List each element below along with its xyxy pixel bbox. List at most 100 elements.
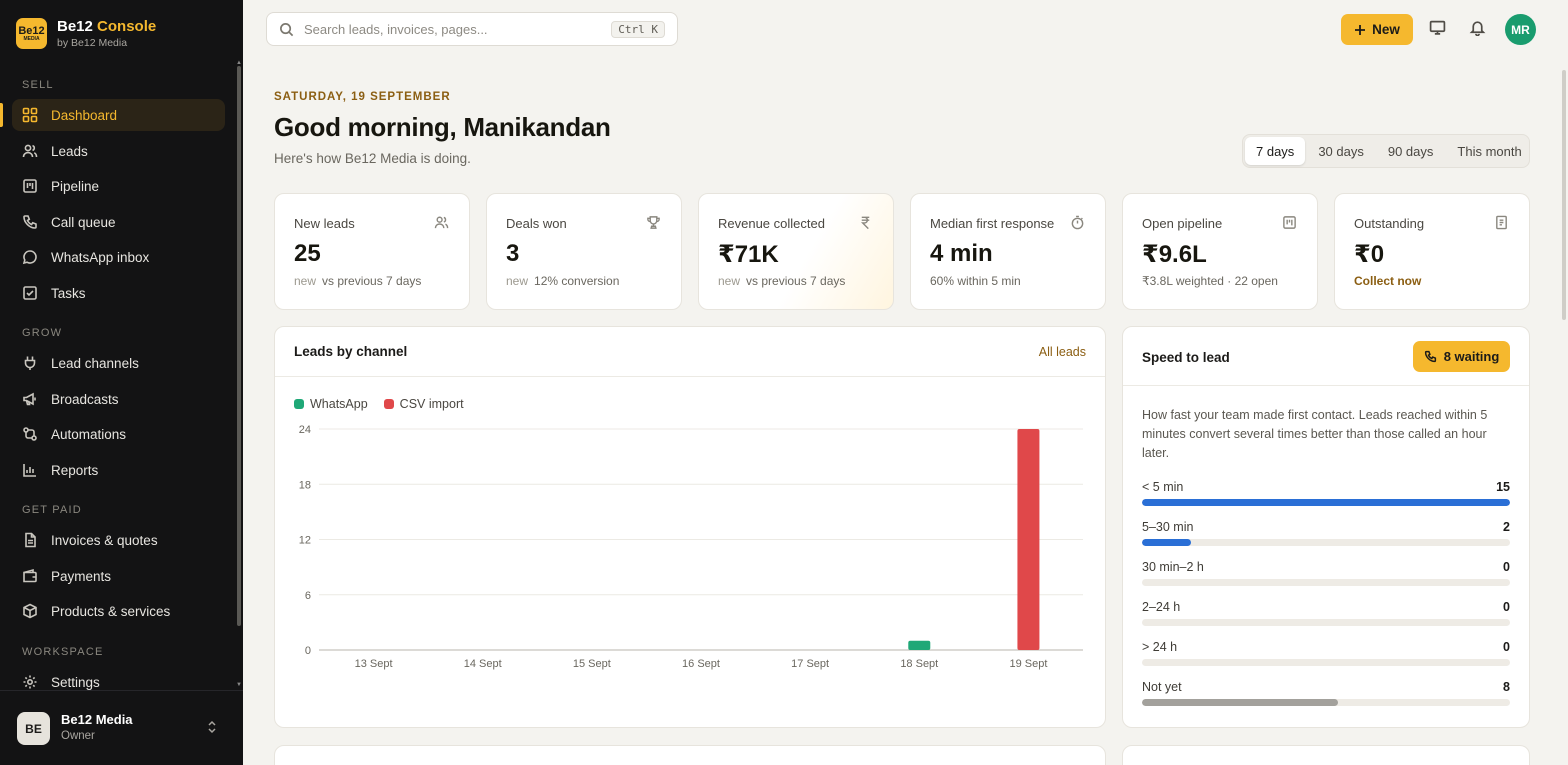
sidebar-item-lead-channels[interactable]: Lead channels <box>12 347 225 379</box>
trophy-icon <box>646 215 662 231</box>
legend-item-csv-import[interactable]: CSV import <box>383 397 464 411</box>
sidebar-item-call-queue[interactable]: Call queue <box>12 206 225 238</box>
sidebar-item-label: Settings <box>51 674 100 690</box>
y-tick-label: 0 <box>305 645 311 657</box>
chevron-up-down-icon[interactable] <box>207 720 217 737</box>
kpi-title: Outstanding <box>1354 216 1425 231</box>
divider <box>275 376 1105 377</box>
kpi-revenue-collected[interactable]: Revenue collected ₹71K new vs previous 7 … <box>698 193 894 310</box>
sidebar-item-whatsapp-inbox[interactable]: WhatsApp inbox <box>12 241 225 273</box>
speed-to-lead-panel: Speed to lead 8 waiting How fast your te… <box>1122 326 1530 728</box>
kpi-new-leads[interactable]: New leads 25 new vs previous 7 days <box>274 193 470 310</box>
divider <box>1123 385 1529 386</box>
kpi-value: 3 <box>506 240 520 267</box>
users-icon <box>22 144 38 158</box>
section-label-sell: SELL <box>22 79 54 91</box>
brand[interactable]: Be12 MEDIA Be12 Console by Be12 Media <box>16 18 156 49</box>
date-range-selector: 7 days 30 days 90 days This month <box>1242 134 1530 168</box>
y-tick-label: 24 <box>299 424 311 436</box>
range-7-days[interactable]: 7 days <box>1245 137 1306 165</box>
sidebar-item-pipeline[interactable]: Pipeline <box>12 170 225 202</box>
collect-now-link[interactable]: Collect now <box>1354 274 1421 288</box>
document-icon <box>25 532 36 548</box>
brand-logo: Be12 MEDIA <box>16 18 47 49</box>
panel-title: Speed to lead <box>1142 350 1230 365</box>
speed-row-count: 0 <box>1503 640 1510 654</box>
sidebar-item-invoices-quotes[interactable]: Invoices & quotes <box>12 524 225 556</box>
speed-row-label: 5–30 min <box>1142 520 1194 534</box>
speed-row: Not yet 8 <box>1142 680 1510 706</box>
main-scrollbar[interactable] <box>1562 70 1566 320</box>
y-tick-label: 6 <box>305 590 311 602</box>
legend-item-whatsapp[interactable]: WhatsApp <box>294 397 368 411</box>
speed-row-count: 0 <box>1503 600 1510 614</box>
sidebar-item-broadcasts[interactable]: Broadcasts <box>12 383 225 415</box>
active-indicator <box>0 103 3 127</box>
search-bar[interactable]: Ctrl K <box>266 12 678 46</box>
x-tick-label: 16 Sept <box>682 658 720 670</box>
all-leads-link[interactable]: All leads <box>1039 345 1086 359</box>
new-button[interactable]: New <box>1341 14 1413 45</box>
sidebar-item-tasks[interactable]: Tasks <box>12 277 225 309</box>
workspace-switcher[interactable]: BE Be12 Media Owner <box>0 690 243 765</box>
user-avatar[interactable]: MR <box>1505 14 1536 45</box>
sidebar-item-reports[interactable]: Reports <box>12 454 225 486</box>
sidebar-item-dashboard[interactable]: Dashboard <box>12 99 225 131</box>
waiting-button[interactable]: 8 waiting <box>1413 341 1510 372</box>
sidebar-item-label: Dashboard <box>51 107 118 123</box>
kpi-open-pipeline[interactable]: Open pipeline ₹9.6L ₹3.8L weighted · 22 … <box>1122 193 1318 310</box>
speed-row-count: 8 <box>1503 680 1510 694</box>
kanban-icon <box>1282 215 1298 231</box>
kpi-title: Deals won <box>506 216 567 231</box>
range-30-days[interactable]: 30 days <box>1307 137 1375 165</box>
sidebar: Be12 MEDIA Be12 Console by Be12 Media SEL… <box>0 0 243 765</box>
sidebar-scrollbar[interactable] <box>237 66 241 626</box>
bell-icon[interactable] <box>1469 19 1489 39</box>
sidebar-item-label: Invoices & quotes <box>51 532 158 548</box>
range-this-month[interactable]: This month <box>1446 137 1532 165</box>
speed-row-track <box>1142 579 1510 586</box>
section-label-get-paid: GET PAID <box>22 504 82 516</box>
current-date: SATURDAY, 19 SEPTEMBER <box>274 91 451 103</box>
kpi-outstanding[interactable]: Outstanding ₹0 Collect now <box>1334 193 1530 310</box>
wallet-icon <box>23 568 37 583</box>
range-90-days[interactable]: 90 days <box>1377 137 1445 165</box>
sidebar-item-label: Automations <box>51 426 127 442</box>
search-input[interactable] <box>304 21 602 37</box>
kpi-note: new vs previous 7 days <box>718 274 846 288</box>
search-icon <box>280 22 294 36</box>
x-tick-label: 17 Sept <box>791 658 829 670</box>
kpi-value: ₹71K <box>718 241 779 268</box>
leads-by-channel-panel: Leads by channel All leads WhatsApp CSV … <box>274 326 1106 728</box>
kpi-value: ₹9.6L <box>1142 241 1207 268</box>
kpi-title: Revenue collected <box>718 216 825 231</box>
sidebar-item-leads[interactable]: Leads <box>12 135 225 167</box>
next-panel-left <box>274 745 1106 765</box>
sidebar-item-products-services[interactable]: Products & services <box>12 595 225 627</box>
grid-icon <box>22 107 38 123</box>
scroll-down-arrow-icon[interactable]: ▼ <box>236 682 242 688</box>
speed-row-track <box>1142 619 1510 626</box>
kpi-deals-won[interactable]: Deals won 3 new 12% conversion <box>486 193 682 310</box>
speed-row: < 5 min 15 <box>1142 480 1510 506</box>
section-label-grow: GROW <box>22 327 63 339</box>
kpi-median-first-response[interactable]: Median first response 4 min 60% within 5… <box>910 193 1106 310</box>
sidebar-item-payments[interactable]: Payments <box>12 560 225 592</box>
brand-name: Be12 Console <box>57 18 157 35</box>
sidebar-item-automations[interactable]: Automations <box>12 418 225 450</box>
sidebar-item-label: WhatsApp inbox <box>51 249 150 265</box>
users-icon <box>434 215 450 231</box>
workspace-name: Be12 Media <box>61 712 133 727</box>
monitor-icon[interactable] <box>1429 19 1449 39</box>
phone-icon <box>23 215 37 229</box>
sidebar-item-label: Pipeline <box>51 178 100 194</box>
keyboard-shortcut: Ctrl K <box>611 20 665 38</box>
speed-row: 30 min–2 h 0 <box>1142 560 1510 586</box>
sidebar-item-label: Tasks <box>51 285 86 301</box>
gear-icon <box>23 675 37 689</box>
phone-icon <box>1424 350 1436 363</box>
kpi-note: ₹3.8L weighted · 22 open <box>1142 274 1278 288</box>
sidebar-item-label: Call queue <box>51 214 116 230</box>
sidebar-item-label: Products & services <box>51 603 171 619</box>
chart-legend: WhatsApp CSV import <box>294 397 464 411</box>
